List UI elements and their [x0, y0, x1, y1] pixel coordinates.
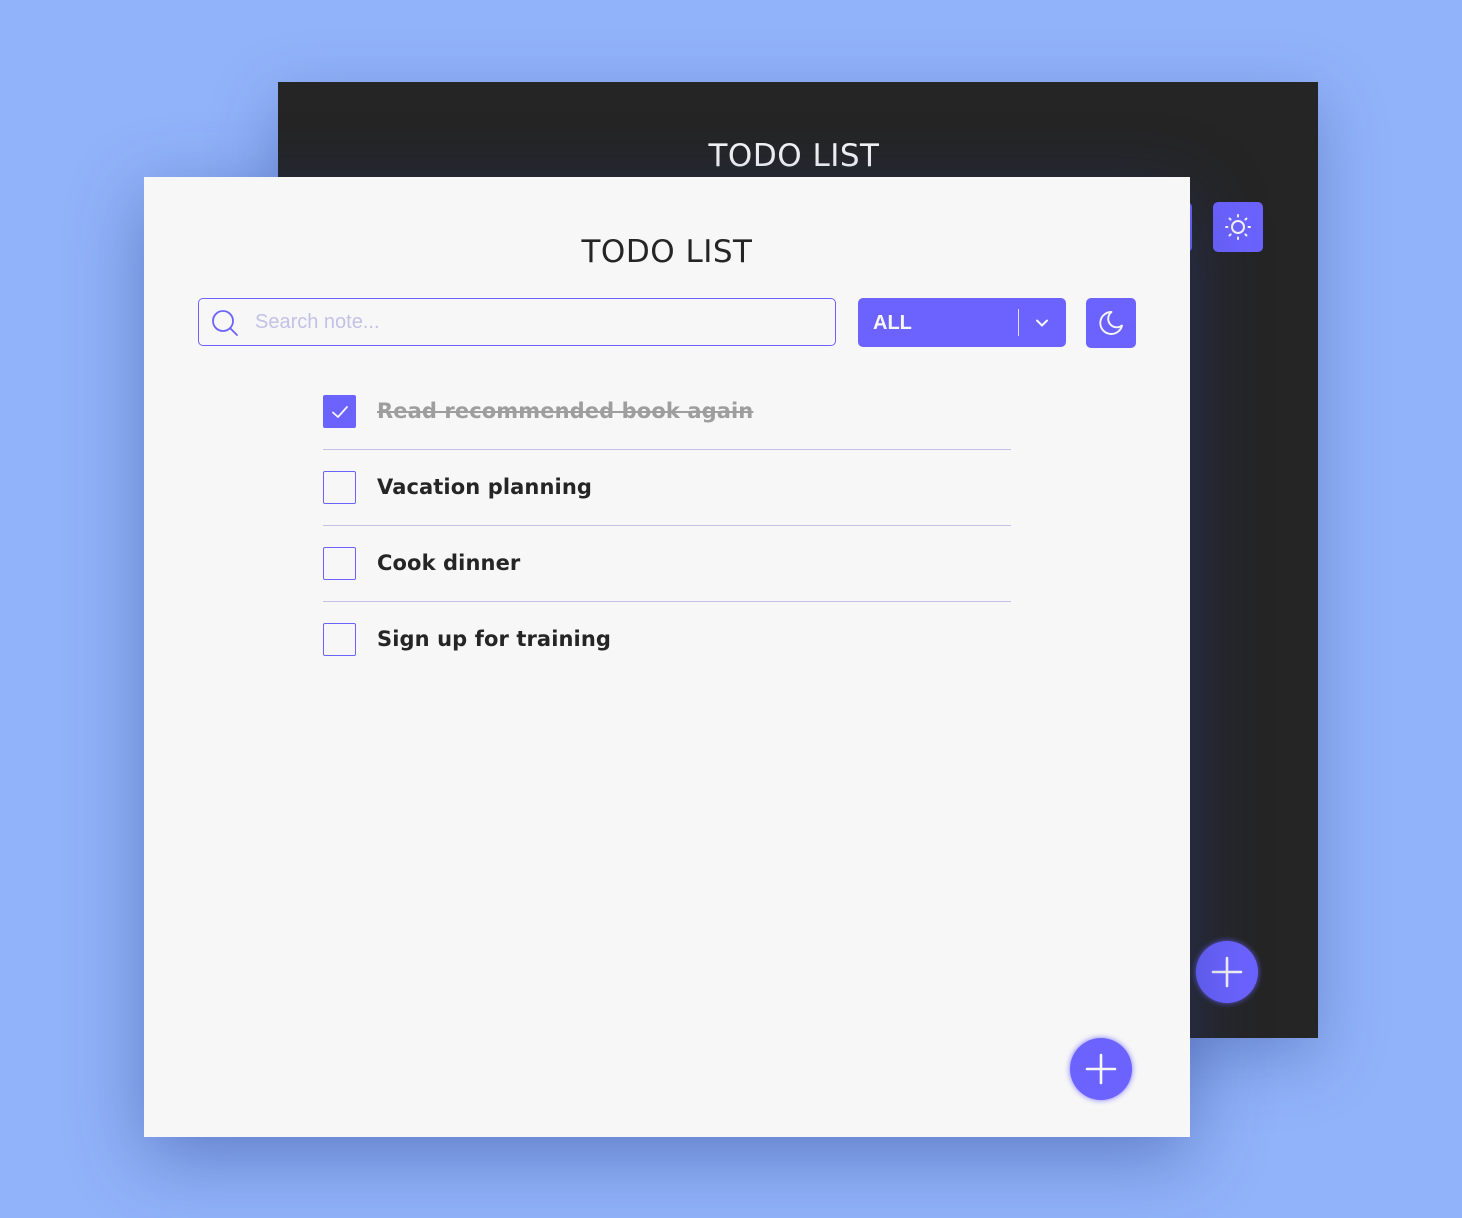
add-note-button[interactable] — [1070, 1038, 1132, 1100]
page-title: TODO LIST — [581, 234, 753, 270]
todo-item: Vacation planning — [323, 450, 1011, 526]
todo-list: Read recommended book again Vacation pla… — [323, 374, 1011, 677]
todo-item: Sign up for training — [323, 602, 1011, 677]
search-box — [198, 298, 836, 346]
filter-selected-value: ALL — [873, 312, 912, 334]
light-theme-window: TODO LIST ALL Read recommended book agai… — [144, 177, 1190, 1137]
plus-icon — [1085, 1053, 1117, 1085]
filter-divider — [1018, 309, 1019, 336]
todo-item: Read recommended book again — [323, 374, 1011, 450]
todo-item: Cook dinner — [323, 526, 1011, 602]
checkmark-icon — [331, 405, 348, 418]
todo-text: Read recommended book again — [377, 399, 754, 423]
search-icon — [212, 310, 238, 336]
filter-select[interactable]: ALL — [858, 298, 1066, 347]
todo-text: Cook dinner — [377, 551, 521, 575]
sun-icon — [1225, 214, 1251, 240]
chevron-down-icon — [1036, 319, 1048, 327]
todo-text: Sign up for training — [377, 627, 612, 651]
plus-icon — [1211, 956, 1243, 988]
moon-icon — [1099, 311, 1123, 335]
todo-checkbox[interactable] — [323, 471, 356, 504]
dark-page-title: TODO LIST — [708, 138, 880, 174]
search-input[interactable] — [255, 300, 815, 344]
todo-checkbox[interactable] — [323, 547, 356, 580]
dark-theme-toggle-button[interactable] — [1213, 202, 1263, 252]
todo-checkbox[interactable] — [323, 395, 356, 428]
dark-add-note-button[interactable] — [1196, 941, 1258, 1003]
theme-toggle-button[interactable] — [1086, 298, 1136, 348]
todo-checkbox[interactable] — [323, 623, 356, 656]
todo-text: Vacation planning — [377, 475, 593, 499]
